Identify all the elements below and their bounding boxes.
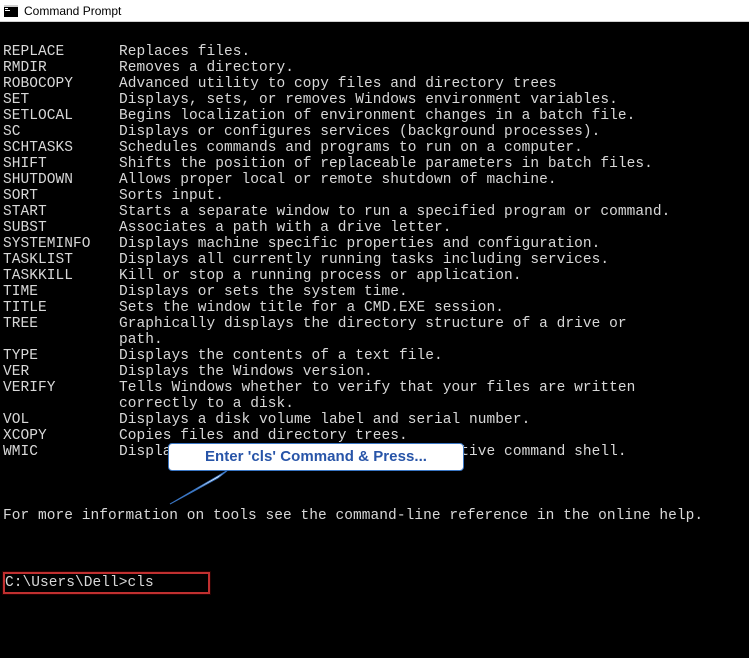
help-command-name: TASKLIST xyxy=(3,252,119,268)
help-line-cont: path. xyxy=(3,332,746,348)
help-command-desc: Sets the window title for a CMD.EXE sess… xyxy=(119,300,504,316)
help-command-name: SETLOCAL xyxy=(3,108,119,124)
help-command-name: REPLACE xyxy=(3,44,119,60)
help-command-name: WMIC xyxy=(3,444,119,460)
help-command-desc: Displays or sets the system time. xyxy=(119,284,408,300)
help-command-desc: Displays machine specific properties and… xyxy=(119,236,600,252)
help-command-name: TYPE xyxy=(3,348,119,364)
help-line: STARTStarts a separate window to run a s… xyxy=(3,204,746,220)
help-line: SETDisplays, sets, or removes Windows en… xyxy=(3,92,746,108)
help-command-desc: Copies files and directory trees. xyxy=(119,428,408,444)
help-command-desc: Graphically displays the directory struc… xyxy=(119,316,627,332)
help-line: SCHTASKSSchedules commands and programs … xyxy=(3,140,746,156)
help-line: TIMEDisplays or sets the system time. xyxy=(3,284,746,300)
help-line: TASKLISTDisplays all currently running t… xyxy=(3,252,746,268)
help-command-name: SUBST xyxy=(3,220,119,236)
help-command-name: RMDIR xyxy=(3,60,119,76)
help-command-name: START xyxy=(3,204,119,220)
annotation-callout: Enter 'cls' Command & Press... xyxy=(168,443,464,471)
window-title: Command Prompt xyxy=(24,4,121,18)
help-command-desc: Sorts input. xyxy=(119,188,224,204)
help-line: VERIFYTells Windows whether to verify th… xyxy=(3,380,746,396)
help-command-desc: Tells Windows whether to verify that you… xyxy=(119,380,635,396)
help-line: TYPEDisplays the contents of a text file… xyxy=(3,348,746,364)
help-command-desc: Displays the Windows version. xyxy=(119,364,373,380)
help-command-desc: Advanced utility to copy files and direc… xyxy=(119,76,557,92)
prompt-highlight: C:\Users\Dell>cls xyxy=(3,572,210,594)
help-command-desc: Replaces files. xyxy=(119,44,250,60)
help-line: SHUTDOWNAllows proper local or remote sh… xyxy=(3,172,746,188)
help-command-name: SC xyxy=(3,124,119,140)
help-command-name: SET xyxy=(3,92,119,108)
help-command-desc: Shifts the position of replaceable param… xyxy=(119,156,653,172)
help-command-desc: Displays all currently running tasks inc… xyxy=(119,252,609,268)
help-command-desc: Displays a disk volume label and serial … xyxy=(119,412,530,428)
help-line: SETLOCALBegins localization of environme… xyxy=(3,108,746,124)
help-line: XCOPYCopies files and directory trees. xyxy=(3,428,746,444)
help-command-desc: Allows proper local or remote shutdown o… xyxy=(119,172,557,188)
prompt-command[interactable]: cls xyxy=(128,575,154,591)
help-command-name: VER xyxy=(3,364,119,380)
terminal-output[interactable]: REPLACEReplaces files.RMDIRRemoves a dir… xyxy=(0,22,749,658)
help-command-name: TITLE xyxy=(3,300,119,316)
help-command-name: TASKKILL xyxy=(3,268,119,284)
window-titlebar[interactable]: Command Prompt xyxy=(0,0,749,22)
help-command-name: TREE xyxy=(3,316,119,332)
help-command-desc-cont: correctly to a disk. xyxy=(3,396,294,412)
help-command-desc: Displays the contents of a text file. xyxy=(119,348,443,364)
help-command-desc: Starts a separate window to run a specif… xyxy=(119,204,670,220)
help-line: SYSTEMINFODisplays machine specific prop… xyxy=(3,236,746,252)
help-command-desc: Displays or configures services (backgro… xyxy=(119,124,600,140)
help-line: SORTSorts input. xyxy=(3,188,746,204)
help-command-name: ROBOCOPY xyxy=(3,76,119,92)
help-line: VERDisplays the Windows version. xyxy=(3,364,746,380)
cmd-icon xyxy=(4,4,18,18)
help-footer: For more information on tools see the co… xyxy=(3,508,703,524)
help-command-desc: Begins localization of environment chang… xyxy=(119,108,635,124)
help-line: TITLESets the window title for a CMD.EXE… xyxy=(3,300,746,316)
help-line: TASKKILLKill or stop a running process o… xyxy=(3,268,746,284)
help-line-cont: correctly to a disk. xyxy=(3,396,746,412)
help-command-desc: Kill or stop a running process or applic… xyxy=(119,268,522,284)
help-command-name: SHUTDOWN xyxy=(3,172,119,188)
help-command-desc: Associates a path with a drive letter. xyxy=(119,220,452,236)
help-command-desc: Schedules commands and programs to run o… xyxy=(119,140,583,156)
help-command-name: SCHTASKS xyxy=(3,140,119,156)
help-command-desc-cont: path. xyxy=(3,332,163,348)
help-line: VOLDisplays a disk volume label and seri… xyxy=(3,412,746,428)
help-line: REPLACEReplaces files. xyxy=(3,44,746,60)
help-line: SHIFTShifts the position of replaceable … xyxy=(3,156,746,172)
help-command-name: SYSTEMINFO xyxy=(3,236,119,252)
help-command-name: SHIFT xyxy=(3,156,119,172)
help-command-name: VOL xyxy=(3,412,119,428)
help-command-name: XCOPY xyxy=(3,428,119,444)
help-line: RMDIRRemoves a directory. xyxy=(3,60,746,76)
help-line: TREEGraphically displays the directory s… xyxy=(3,316,746,332)
help-line: SUBSTAssociates a path with a drive lett… xyxy=(3,220,746,236)
help-command-name: SORT xyxy=(3,188,119,204)
help-command-desc: Removes a directory. xyxy=(119,60,294,76)
annotation-text: Enter 'cls' Command & Press... xyxy=(205,449,427,465)
help-command-name: VERIFY xyxy=(3,380,119,396)
help-command-desc: Displays, sets, or removes Windows envir… xyxy=(119,92,618,108)
help-line: SCDisplays or configures services (backg… xyxy=(3,124,746,140)
prompt-path: C:\Users\Dell> xyxy=(5,575,128,591)
help-line: ROBOCOPYAdvanced utility to copy files a… xyxy=(3,76,746,92)
help-command-name: TIME xyxy=(3,284,119,300)
